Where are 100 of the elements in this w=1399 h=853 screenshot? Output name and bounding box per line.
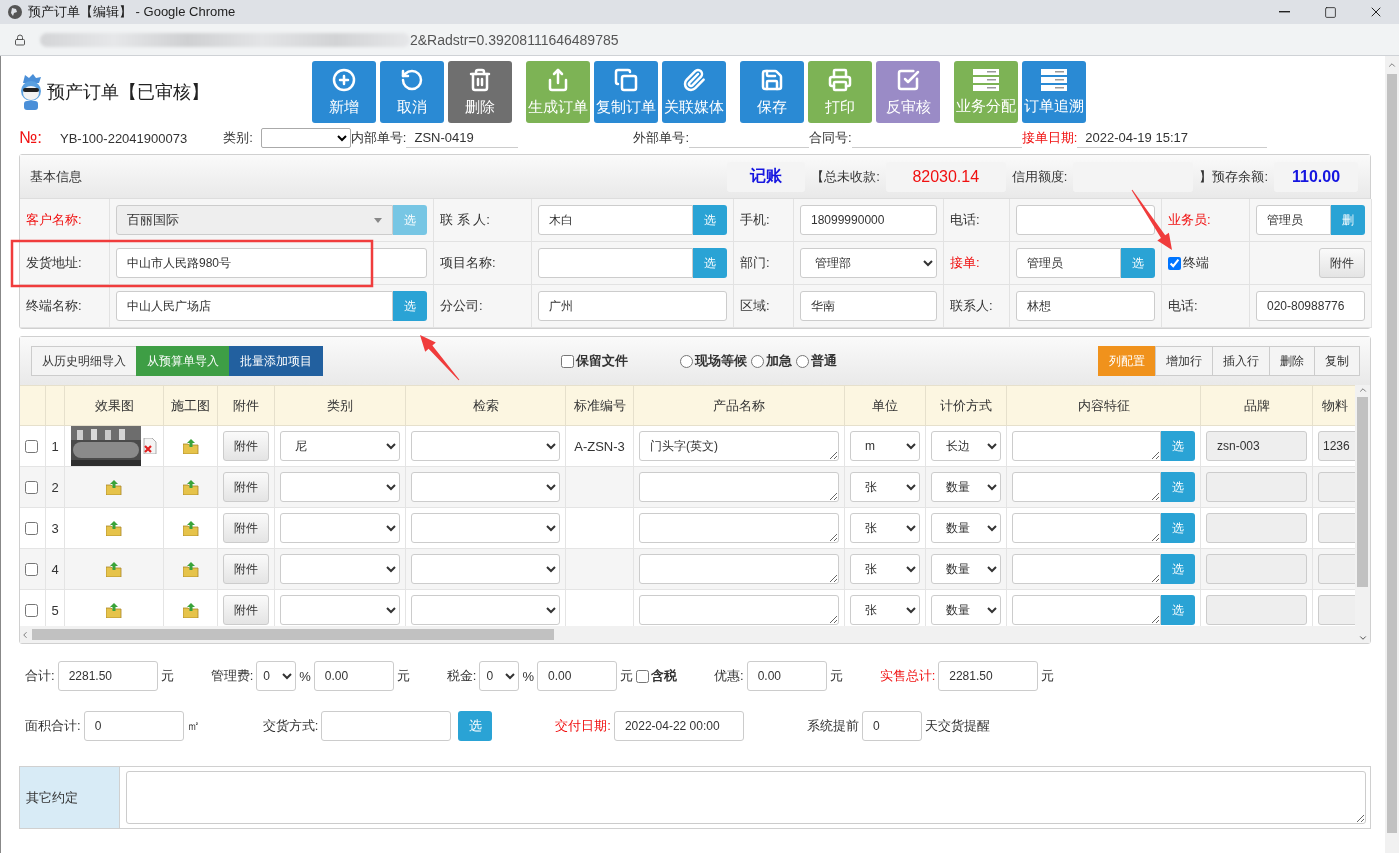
scroll-down-icon[interactable] [1357,633,1368,643]
input-field[interactable] [538,248,693,278]
input-field[interactable]: 华南 [800,291,937,321]
radio-button[interactable] [796,354,809,368]
horizontal-scrollbar-thumb[interactable] [32,629,554,640]
row-action-button[interactable]: 增加行 [1155,346,1213,376]
amount-field[interactable]: 2281.50 [938,661,1039,691]
product-name-field[interactable] [639,595,839,625]
toolbar-button[interactable]: 订单追溯 [1022,61,1086,123]
radio-button[interactable] [751,354,764,368]
search-combobox[interactable] [411,554,560,584]
amount-field[interactable]: 0.00 [746,661,827,691]
input-field[interactable]: 林想 [1016,291,1155,321]
search-combobox[interactable] [411,472,560,502]
brand-field[interactable] [1206,513,1307,543]
unit-select[interactable]: 张 [850,513,920,543]
toolbar-button[interactable]: 新增 [312,61,376,123]
input-field[interactable]: 管理员 [1256,205,1331,235]
toolbar-button[interactable]: 复制订单 [594,61,658,123]
category-select[interactable] [280,513,400,543]
unit-select[interactable]: 张 [850,472,920,502]
category-select[interactable] [280,595,400,625]
row-action-button[interactable]: 插入行 [1212,346,1270,376]
pricing-select[interactable]: 数量 [931,513,1001,543]
attachment-button[interactable]: 附件 [223,595,269,625]
product-name-field[interactable]: 门头字(英文) [639,431,839,461]
input-field[interactable]: 管理员 [1016,248,1121,278]
input-field[interactable] [1016,205,1155,235]
toolbar-button[interactable]: 取消 [380,61,444,123]
folder-upload-icon[interactable] [182,561,199,577]
attachment-button[interactable]: 附件 [1319,248,1365,278]
scroll-up-icon[interactable] [1387,60,1397,70]
unit-select[interactable]: 张 [850,554,920,584]
folder-upload-icon[interactable] [182,520,199,536]
select-field[interactable]: 管理部 [800,248,937,278]
row-checkbox[interactable] [25,480,38,494]
checkbox[interactable] [1168,256,1181,270]
file-delete-icon[interactable] [143,438,157,454]
search-combobox[interactable] [411,595,560,625]
search-combobox[interactable] [411,431,560,461]
folder-upload-icon[interactable] [106,479,122,495]
customer-select[interactable]: 百丽国际 [116,205,393,235]
rate-select[interactable]: 0 [256,661,297,691]
vertical-scrollbar-thumb[interactable] [1357,397,1368,587]
brand-field[interactable]: zsn-003 [1206,431,1307,461]
category-select[interactable]: 尼 [280,431,400,461]
scroll-left-icon[interactable] [20,629,30,640]
import-button[interactable]: 从历史明细导入 [31,346,137,376]
page-scrollbar-thumb[interactable] [1387,74,1397,833]
folder-upload-icon[interactable] [182,438,199,454]
feature-field[interactable] [1012,513,1161,543]
amount-field[interactable]: 0.00 [313,661,394,691]
attachment-button[interactable]: 附件 [223,472,269,502]
feature-field[interactable] [1012,472,1161,502]
days-field[interactable]: 0 [861,711,922,741]
input-field[interactable]: 020-80988776 [1256,291,1365,321]
material-field[interactable] [1318,472,1355,502]
checkbox[interactable] [636,669,649,683]
import-button[interactable]: 批量添加项目 [229,346,323,376]
category-select[interactable] [280,554,400,584]
pricing-select[interactable]: 数量 [931,595,1001,625]
feature-field[interactable] [1012,431,1161,461]
input-field[interactable]: 中山市人民路980号 [116,248,427,278]
unit-select[interactable]: 张 [850,595,920,625]
material-field[interactable]: 1236 [1318,431,1355,461]
material-field[interactable] [1318,513,1355,543]
folder-upload-icon[interactable] [106,602,122,618]
product-name-field[interactable] [639,554,839,584]
folder-upload-icon[interactable] [106,561,122,577]
toolbar-button[interactable]: 关联媒体 [662,61,726,123]
brand-field[interactable] [1206,554,1307,584]
category-select[interactable] [260,128,351,148]
material-field[interactable] [1318,595,1355,625]
pricing-select[interactable]: 数量 [931,472,1001,502]
folder-upload-icon[interactable] [182,602,199,618]
material-field[interactable] [1318,554,1355,584]
feature-field[interactable] [1012,595,1161,625]
input-field[interactable]: 广州 [538,291,727,321]
toolbar-button[interactable]: 删除 [448,61,512,123]
row-checkbox[interactable] [25,603,38,617]
input-field[interactable]: 木白 [538,205,693,235]
input-field[interactable]: 18099990000 [800,205,937,235]
category-select[interactable] [280,472,400,502]
amount-field[interactable]: 2281.50 [57,661,158,691]
brand-field[interactable] [1206,595,1307,625]
url-text[interactable]: 2&Radstr=0.39208111646489785 [410,31,619,48]
unit-select[interactable]: m [850,431,920,461]
pricing-select[interactable]: 长边 [931,431,1001,461]
pricing-select[interactable]: 数量 [931,554,1001,584]
search-combobox[interactable] [411,513,560,543]
row-action-button[interactable]: 删除 [1269,346,1315,376]
amount-field[interactable]: 0.00 [537,661,617,691]
product-name-field[interactable] [639,513,839,543]
checkbox[interactable] [561,354,574,368]
rate-select[interactable]: 0 [479,661,520,691]
info-field[interactable]: 2022-04-19 15:17 [1077,128,1268,148]
feature-field[interactable] [1012,554,1161,584]
input-field[interactable]: 中山人民广场店 [116,291,393,321]
info-field[interactable]: ZSN-0419 [406,128,519,148]
amount-field[interactable]: 0 [83,711,184,741]
